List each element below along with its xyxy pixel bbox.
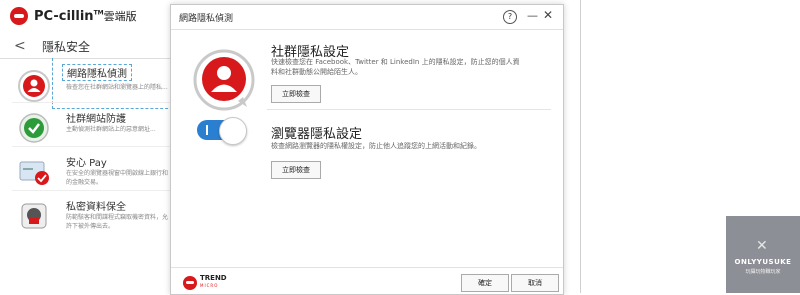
browser-privacy-desc: 檢查網路瀏覽器的隱私權設定，防止他人追蹤您的上網活動和紀錄。 (271, 142, 481, 150)
data-lock-icon (21, 203, 47, 229)
social-privacy-person-icon (193, 49, 255, 111)
toggle-knob (219, 117, 247, 145)
watermark-badge: ✕ ONLYYUSUKE 玩攝玩物職玩家 (726, 216, 800, 293)
brand-subname: MICRO (200, 283, 219, 288)
sidebar-item-label: 網路隱私偵測 (62, 64, 132, 81)
sidebar-item-social-protection[interactable]: 社群網站防護 主動偵測社群網站上的惡意網址... (0, 110, 172, 150)
sidebar-item-label: 安心 Pay (66, 158, 107, 169)
dialog-title: 網路隱私偵測 (179, 14, 234, 24)
app-header: PC-cillinTM雲端版 (0, 0, 172, 32)
close-icon[interactable]: ✕ (543, 8, 553, 22)
sidebar-item-label: 私密資料保全 (66, 202, 126, 213)
sidebar-item-label: 社群網站防護 (66, 114, 126, 125)
dialog-footer: TREND MICRO 確定 取消 (171, 267, 563, 295)
browser-privacy-title: 瀏覽器隱私設定 (271, 127, 363, 142)
back-chevron-icon[interactable]: < (14, 38, 30, 54)
watermark-title: ONLYYUSUKE (734, 258, 792, 266)
dialog-title-bar: 網路隱私偵測 ? — ✕ (171, 5, 563, 30)
trend-micro-logo-icon (183, 276, 197, 290)
sidebar-item-desc: 在安全的瀏覽器視窗中開啟線上銀行和的金融交易。 (66, 170, 169, 186)
check-shield-icon (19, 113, 49, 143)
divider (12, 190, 172, 191)
social-check-now-button[interactable]: 立即檢查 (271, 85, 321, 103)
cancel-button[interactable]: 取消 (511, 274, 559, 292)
app-title: PC-cillinTM雲端版 (34, 9, 137, 24)
help-icon[interactable]: ? (503, 10, 517, 24)
watermark-subtitle: 玩攝玩物職玩家 (745, 269, 781, 275)
toggle-on-indicator-icon (206, 125, 208, 135)
ok-button[interactable]: 確定 (461, 274, 509, 292)
divider (12, 146, 172, 147)
social-privacy-desc: 快速檢查您在 Facebook、Twitter 和 LinkedIn 上的隱私設… (271, 58, 520, 76)
divider (12, 102, 172, 103)
minimize-icon[interactable]: — (527, 9, 538, 22)
privacy-scanner-dialog: 網路隱私偵測 ? — ✕ 社群隱私設定 快速檢查您在 Facebook、Twit… (170, 4, 564, 295)
sidebar-item-pay-guard[interactable]: 安心 Pay 在安全的瀏覽器視窗中開啟線上銀行和的金融交易。 (0, 154, 172, 194)
sidebar-item-desc: 防範駭客和間諜程式竊取機密資料，允許下被外傳出去。 (66, 214, 169, 230)
section-bar: < 隱私安全 (0, 34, 172, 59)
watermark-star-icon: ✕ (756, 238, 768, 254)
sidebar-item-desc: 檢查您在社群網站和瀏覽器上的隱私... (66, 84, 168, 91)
browser-check-now-button[interactable]: 立即檢查 (271, 161, 321, 179)
sidebar-item-data-theft-prevention[interactable]: 私密資料保全 防範駭客和間諜程式竊取機密資料，允許下被外傳出去。 (0, 198, 172, 238)
trend-micro-logo-icon (10, 7, 28, 25)
secure-pay-card-icon (19, 161, 49, 185)
section-title: 隱私安全 (42, 39, 91, 54)
browser-privacy-toggle[interactable] (197, 117, 247, 145)
sidebar-item-desc: 主動偵測社群網站上的惡意網址... (66, 126, 156, 133)
section-divider (267, 109, 551, 110)
privacy-person-icon (18, 70, 50, 102)
brand-name: TREND (200, 274, 227, 282)
